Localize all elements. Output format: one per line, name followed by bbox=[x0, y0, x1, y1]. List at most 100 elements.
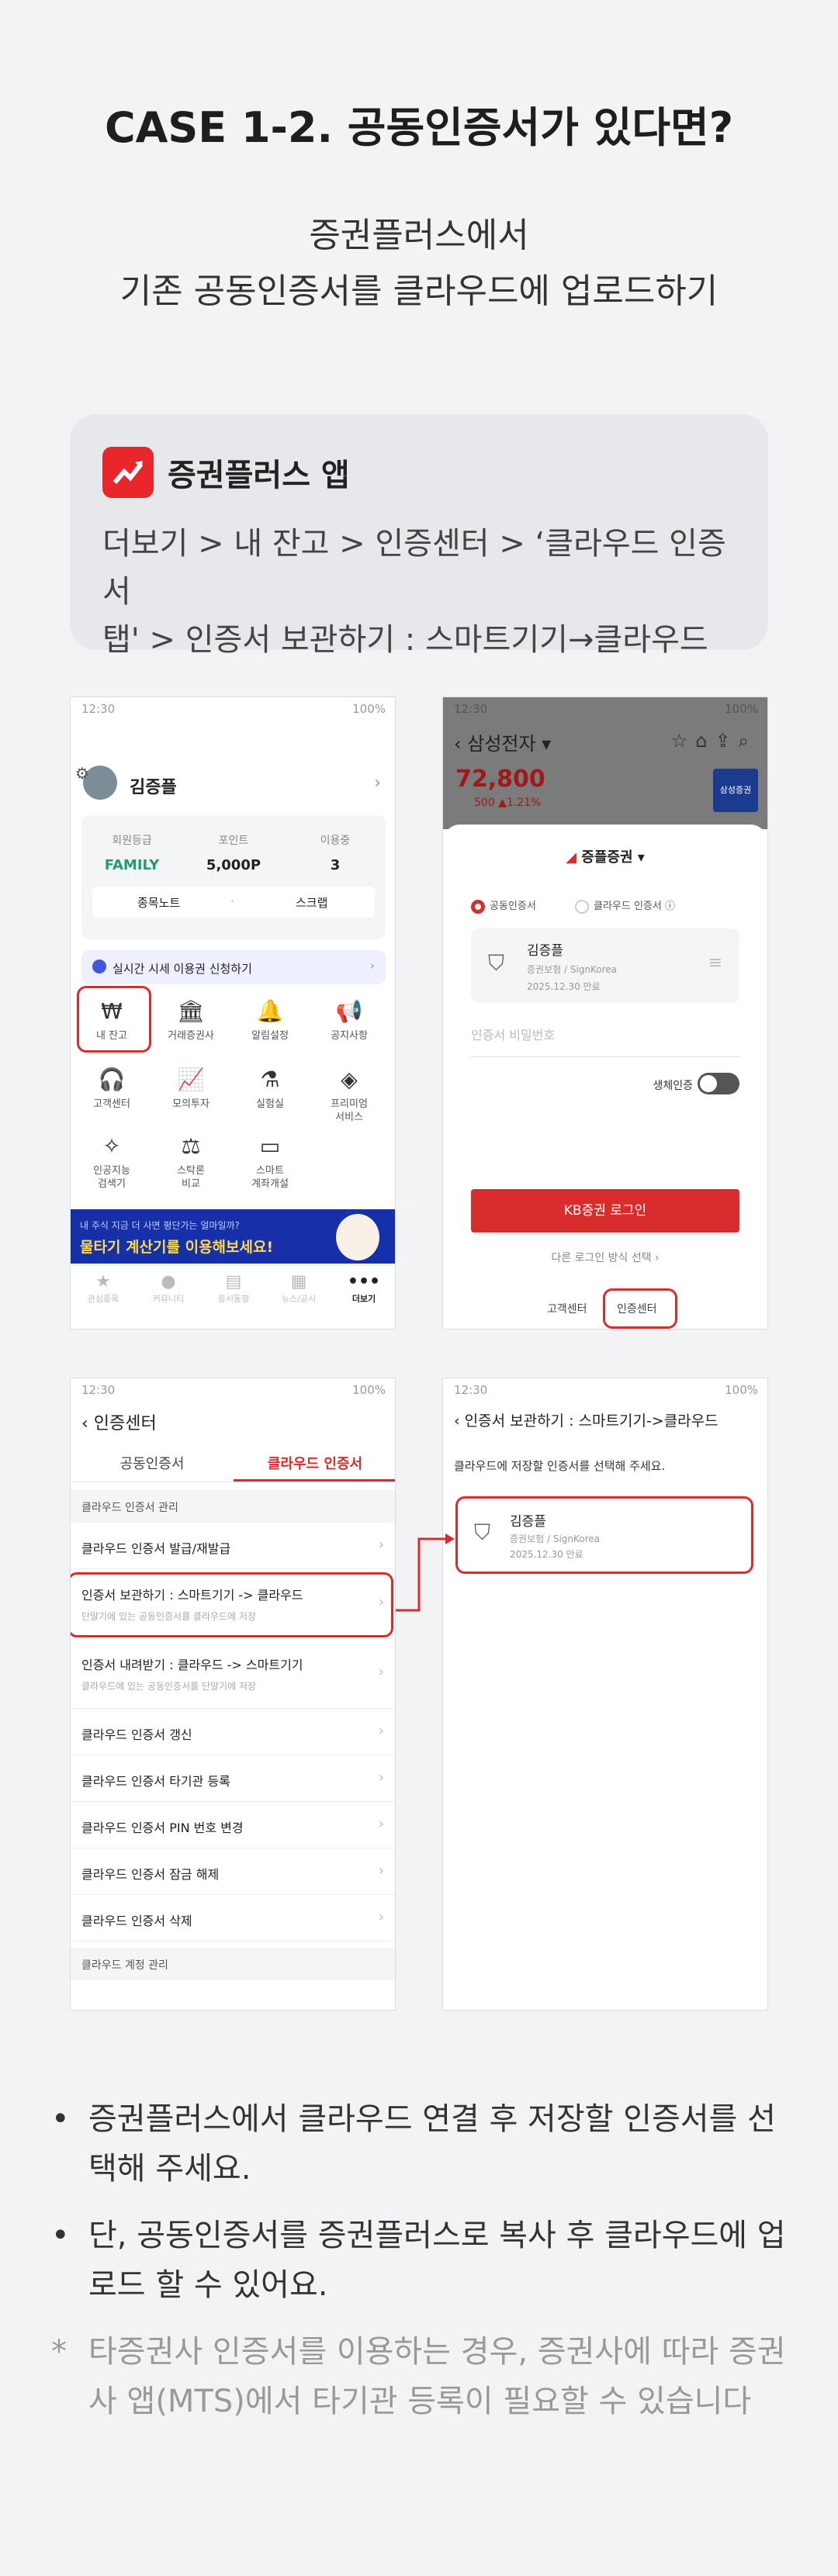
cert-expiry: 2025.12.30 만료 bbox=[527, 981, 601, 992]
stock-note-button[interactable]: 종목노트 bbox=[137, 894, 180, 911]
status-bar: 12:30 100% bbox=[443, 1378, 767, 1400]
row-delete[interactable]: 클라우드 인증서 삭제 › bbox=[71, 1895, 395, 1942]
mascot-image bbox=[336, 1214, 379, 1260]
menu-lab[interactable]: ⚗ 실험실 bbox=[235, 1067, 305, 1111]
menu-label: 스마트 계좌개설 bbox=[251, 1165, 289, 1190]
radio-label: 클라우드 인증서 ⓘ bbox=[594, 901, 675, 912]
menu-ai-search[interactable]: ✧ 인공지능 검색기 bbox=[77, 1133, 147, 1191]
page-title: ‹ 인증센터 bbox=[81, 1409, 157, 1434]
ad-banner[interactable]: 내 주식 지금 더 사면 평단가는 얼마일까? 물타기 계산기를 이용해보세요! bbox=[71, 1209, 395, 1264]
status-bar: 12:30 100% bbox=[71, 1378, 395, 1400]
stock-name[interactable]: ‹ 삼성전자 ▾ bbox=[454, 728, 551, 756]
menu-icon[interactable]: ≡ bbox=[708, 953, 722, 973]
banner-text: 실시간 시세 이용권 신청하기 bbox=[113, 962, 252, 976]
chevron-right-icon: › bbox=[378, 1537, 384, 1553]
row-download[interactable]: 인증서 내려받기 : 클라우드 -> 스마트기기 클라우드에 있는 공동인증서를… bbox=[71, 1639, 395, 1709]
chat-icon: ● bbox=[161, 1272, 176, 1291]
tab-market[interactable]: ▤ 증시동향 bbox=[201, 1272, 266, 1305]
tab-more[interactable]: ••• 더보기 bbox=[331, 1272, 395, 1305]
battery-level: 100% bbox=[352, 702, 386, 716]
biometric-label: 생체인증 bbox=[653, 1080, 693, 1092]
news-icon: ▦ bbox=[290, 1272, 307, 1291]
certificate-card[interactable]: ⛉ 김증플 증권보험 / SignKorea 2025.12.30 만료 ≡ bbox=[471, 928, 739, 1003]
back-icon[interactable]: ‹ bbox=[454, 1412, 465, 1430]
menu-label: 스탁론 비교 bbox=[177, 1165, 205, 1190]
us-flag-icon bbox=[92, 960, 106, 973]
menu-label: 거래증권사 bbox=[168, 1030, 214, 1042]
radio-cloud-cert[interactable]: 클라우드 인증서 ⓘ bbox=[575, 897, 675, 914]
stock-price: 72,800 bbox=[455, 766, 545, 793]
row-register[interactable]: 클라우드 인증서 타기관 등록 › bbox=[71, 1755, 395, 1802]
stat-points: 포인트 5,000P bbox=[183, 832, 284, 873]
status-time: 12:30 bbox=[81, 1383, 116, 1397]
menu-brokerage[interactable]: 🏛 거래증권사 bbox=[156, 998, 226, 1043]
footnote: * 타증권사 인증서를 이용하는 경우, 증권사에 따라 증권사 앱(MTS)에서… bbox=[47, 2327, 791, 2426]
row-subtitle: 클라우드에 있는 공동인증서를 단말기에 저장 bbox=[81, 1681, 257, 1692]
menu-alerts[interactable]: 🔔 알림설정 bbox=[235, 998, 305, 1043]
menu-mock-invest[interactable]: 📈 모의투자 bbox=[156, 1067, 226, 1111]
menu-path-line-1: 더보기 > 내 잔고 > 인증센터 > ‘클라우드 인증서 bbox=[102, 526, 726, 610]
tab-community[interactable]: ● 커뮤니티 bbox=[136, 1272, 201, 1305]
cert-center-screen: 12:30 100% ‹ 인증센터 공동인증서 클라우드 인증서 클라우드 인증… bbox=[70, 1378, 396, 2011]
gear-icon[interactable]: ⚙ bbox=[75, 764, 89, 783]
radio-joint-cert[interactable]: 공동인증서 bbox=[471, 897, 536, 914]
broker-selector[interactable]: ◢ 증플증권 ▾ bbox=[443, 846, 767, 866]
scrap-button[interactable]: 스크랩 bbox=[296, 894, 327, 911]
ai-icon: ✧ bbox=[102, 1133, 121, 1159]
header-icons[interactable]: ☆⌂⇪⌕ bbox=[671, 730, 757, 752]
cert-tabs: 공동인증서 클라우드 인증서 bbox=[71, 1445, 395, 1482]
password-input[interactable]: 인증서 비밀번호 bbox=[471, 1025, 739, 1057]
note-text: 단, 공동인증서를 증권플러스로 복사 후 클라우드에 업로드 할 수 있어요. bbox=[88, 2218, 786, 2303]
menu-open-account[interactable]: ▭ 스마트 계좌개설 bbox=[235, 1133, 305, 1191]
other-login-link[interactable]: 다른 로그인 방식 선택 › bbox=[443, 1250, 767, 1265]
login-button[interactable]: KB증권 로그인 bbox=[471, 1189, 739, 1233]
realtime-quote-banner[interactable]: 실시간 시세 이용권 신청하기 › bbox=[81, 950, 386, 984]
bell-icon: 🔔 bbox=[256, 998, 284, 1024]
stat-value: 3 bbox=[330, 857, 341, 873]
chevron-right-icon: › bbox=[378, 1723, 384, 1739]
stat-label: 이용중 bbox=[320, 835, 351, 847]
menu-label: 인공지능 검색기 bbox=[93, 1165, 130, 1190]
biometric-toggle[interactable] bbox=[698, 1073, 739, 1094]
chart-icon: 📈 bbox=[177, 1067, 205, 1092]
chevron-right-icon[interactable]: › bbox=[374, 773, 381, 793]
note-item: • 단, 공동인증서를 증권플러스로 복사 후 클라우드에 업로드 할 수 있어요… bbox=[47, 2211, 791, 2310]
battery-level: 100% bbox=[725, 702, 758, 716]
status-time: 12:30 bbox=[454, 1383, 488, 1397]
menu-support[interactable]: 🎧 고객센터 bbox=[77, 1067, 147, 1111]
customer-center-link[interactable]: 고객센터 bbox=[547, 1301, 587, 1316]
compare-icon: ⚖ bbox=[181, 1133, 201, 1159]
login-sheet: ◢ 증플증권 ▾ 공동인증서 클라우드 인증서 ⓘ ⛉ 김증플 증권보험 / S… bbox=[443, 825, 767, 1329]
row-title: 클라우드 인증서 발급/재발급 bbox=[81, 1541, 231, 1556]
bank-icon: 🏛 bbox=[177, 998, 205, 1024]
stat-value: 5,000P bbox=[206, 857, 261, 873]
asterisk: * bbox=[51, 2334, 67, 2370]
row-change-pin[interactable]: 클라우드 인증서 PIN 번호 변경 › bbox=[71, 1802, 395, 1848]
tab-cloud-cert[interactable]: 클라우드 인증서 bbox=[234, 1453, 395, 1473]
login-screen: 12:30 100% ‹ 삼성전자 ▾ ☆⌂⇪⌕ 72,800 500 ▲1.2… bbox=[442, 697, 768, 1329]
store-cert-screen: 12:30 100% ‹ 인증서 보관하기 : 스마트기기->클라우드 클라우드… bbox=[442, 1378, 768, 2011]
row-title: 클라우드 인증서 잠금 해제 bbox=[81, 1867, 220, 1882]
app-logo-icon bbox=[102, 447, 154, 498]
menu-label: 실험실 bbox=[256, 1098, 284, 1110]
stat-label: 포인트 bbox=[218, 835, 249, 847]
tab-joint-cert[interactable]: 공동인증서 bbox=[71, 1453, 234, 1473]
battery-level: 100% bbox=[352, 1383, 386, 1397]
chevron-right-icon: › bbox=[378, 1862, 384, 1879]
bullet-dot: • bbox=[51, 2218, 70, 2253]
bottom-tab-bar: ★ 관심종목 ● 커뮤니티 ▤ 증시동향 ▦ 뉴스/공시 ••• 더보기 bbox=[71, 1265, 395, 1312]
page-title: ‹ 인증서 보관하기 : 스마트기기->클라우드 bbox=[454, 1409, 719, 1430]
row-unlock[interactable]: 클라우드 인증서 잠금 해제 › bbox=[71, 1848, 395, 1895]
menu-notice[interactable]: 📢 공지사항 bbox=[314, 998, 384, 1043]
separator-dot: · bbox=[230, 894, 234, 908]
tab-watchlist[interactable]: ★ 관심종목 bbox=[71, 1272, 136, 1305]
tab-news[interactable]: ▦ 뉴스/공시 bbox=[266, 1272, 331, 1305]
star-icon: ★ bbox=[95, 1272, 111, 1291]
row-issue[interactable]: 클라우드 인증서 발급/재발급 › bbox=[71, 1523, 395, 1569]
chevron-right-icon: › bbox=[370, 959, 375, 973]
menu-premium[interactable]: ◈ 프리미엄 서비스 bbox=[314, 1067, 384, 1124]
row-renew[interactable]: 클라우드 인증서 갱신 › bbox=[71, 1709, 395, 1755]
back-icon[interactable]: ‹ bbox=[81, 1414, 94, 1433]
menu-stockloan[interactable]: ⚖ 스탁론 비교 bbox=[156, 1133, 226, 1191]
row-title: 클라우드 인증서 PIN 번호 변경 bbox=[81, 1820, 244, 1835]
